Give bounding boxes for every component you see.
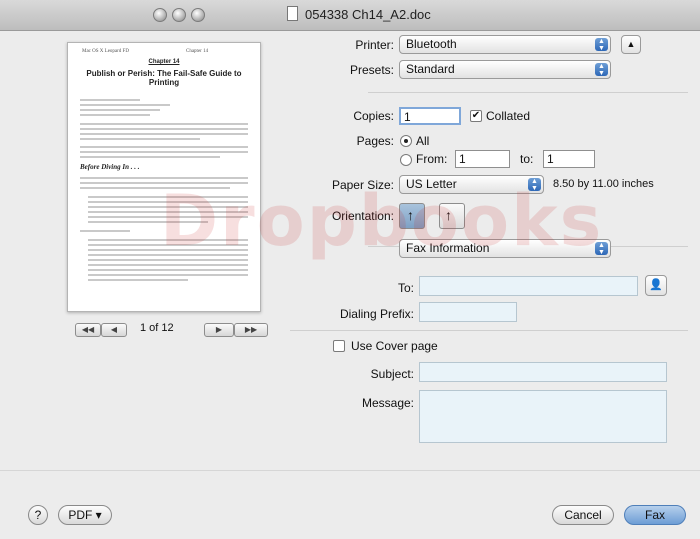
pages-from-radio[interactable] — [400, 154, 412, 166]
cancel-button[interactable]: Cancel — [552, 505, 614, 525]
dialing-prefix-label: Dialing Prefix: — [339, 307, 414, 321]
preview-header-left: Mac OS X Leopard FD — [82, 49, 129, 54]
person-icon: 👤 — [649, 279, 663, 291]
printer-label: Printer: — [355, 38, 394, 52]
page-count: 1 of 12 — [140, 322, 174, 334]
paper-size-value: US Letter — [406, 177, 457, 191]
to-field[interactable] — [419, 276, 638, 296]
paper-size-popup[interactable]: US Letter ▲ ▼ — [399, 175, 544, 194]
portrait-orientation-button[interactable]: ↑ — [399, 203, 425, 229]
title-bar: 054338 Ch14_A2.doc — [0, 0, 700, 31]
close-window-button[interactable] — [153, 8, 167, 22]
preview-header-right: Chapter 14 — [186, 49, 209, 54]
message-field[interactable] — [419, 390, 667, 443]
use-cover-page-label: Use Cover page — [351, 339, 438, 353]
presets-value: Standard — [406, 62, 455, 76]
printer-value: Bluetooth — [406, 37, 457, 51]
disclosure-button[interactable]: ▲ — [621, 35, 641, 54]
copies-field[interactable]: 1 — [399, 107, 461, 125]
to-label: To: — [397, 281, 414, 295]
document-icon — [287, 6, 298, 21]
portrait-person-icon: ↑ — [407, 207, 414, 223]
pdf-menu-button[interactable]: PDF ▾ — [58, 505, 112, 525]
previous-page-button[interactable]: ◀ — [101, 323, 127, 337]
landscape-person-icon: ↑ — [445, 207, 452, 223]
pages-all-radio[interactable] — [400, 135, 412, 147]
presets-label: Presets: — [349, 63, 394, 77]
window-title: 054338 Ch14_A2.doc — [305, 7, 431, 22]
zoom-window-button[interactable] — [191, 8, 205, 22]
divider — [368, 92, 688, 93]
paper-dimensions: 8.50 by 11.00 inches — [553, 178, 654, 190]
pages-to-label: to: — [520, 152, 534, 166]
presets-popup[interactable]: Standard ▲ ▼ — [399, 60, 611, 79]
message-label: Message: — [361, 396, 414, 410]
fax-button[interactable]: Fax — [624, 505, 686, 525]
use-cover-page-checkbox[interactable] — [333, 340, 345, 352]
pages-all-label: All — [416, 134, 430, 148]
pages-from-field[interactable]: 1 — [455, 150, 510, 168]
pages-label: Pages: — [356, 134, 394, 148]
next-page-button[interactable]: ▶ — [204, 323, 234, 337]
pages-to-field[interactable]: 1 — [543, 150, 595, 168]
divider — [290, 330, 688, 331]
pages-from-label: From: — [416, 152, 448, 166]
minimize-window-button[interactable] — [172, 8, 186, 22]
collated-checkbox[interactable]: ✔ — [470, 110, 482, 122]
address-book-button[interactable]: 👤 — [645, 275, 667, 296]
preview-chapter: Chapter 14 — [148, 59, 180, 65]
section-popup-value: Fax Information — [406, 241, 490, 255]
landscape-orientation-button[interactable]: ↑ — [439, 203, 465, 229]
popup-arrows-icon: ▲ ▼ — [595, 242, 608, 256]
preview-section: Before Diving In . . . — [80, 163, 140, 171]
collated-label: Collated — [486, 109, 531, 123]
section-popup[interactable]: Fax Information ▲ ▼ — [399, 239, 611, 258]
subject-field[interactable] — [419, 362, 667, 382]
popup-arrows-icon: ▲ ▼ — [595, 63, 608, 77]
popup-arrows-icon: ▲ ▼ — [595, 38, 608, 52]
copies-label: Copies: — [353, 109, 394, 123]
subject-label: Subject: — [370, 367, 414, 381]
print-preview: Mac OS X Leopard FD Chapter 14 Chapter 1… — [67, 42, 261, 312]
popup-arrows-icon: ▲ ▼ — [528, 178, 541, 192]
preview-title: Publish or Perish: The Fail-Safe Guide t… — [86, 69, 242, 87]
orientation-label: Orientation: — [331, 209, 394, 223]
last-page-button[interactable]: ▶▶ — [234, 323, 268, 337]
printer-popup[interactable]: Bluetooth ▲ ▼ — [399, 35, 611, 54]
dialing-prefix-field[interactable] — [419, 302, 517, 322]
triangle-up-icon: ▲ — [626, 39, 636, 49]
help-button[interactable]: ? — [28, 505, 48, 525]
first-page-button[interactable]: ◀◀ — [75, 323, 101, 337]
paper-size-label: Paper Size: — [331, 178, 394, 192]
